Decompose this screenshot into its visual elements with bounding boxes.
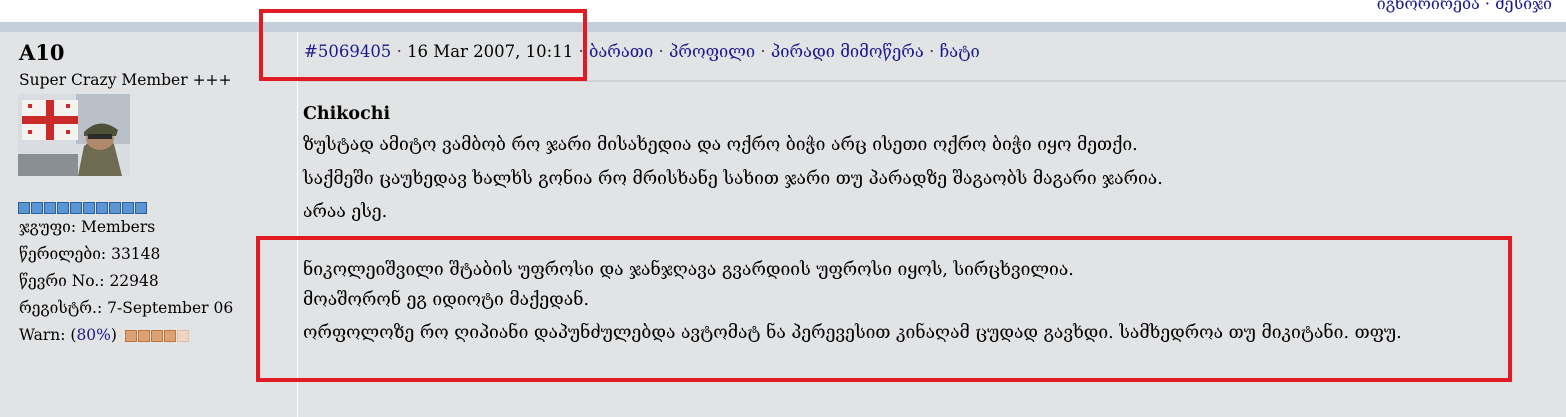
rank-pip	[83, 202, 95, 214]
top-strip: იგნორირება · მესიჯი	[0, 0, 1566, 22]
posts-row: წერილები: 33148	[19, 245, 160, 263]
separator: ·	[1484, 0, 1496, 13]
user-sidebar: A10 Super Crazy Member +++ ჯგუფი: Member…	[0, 32, 298, 417]
rank-pip	[70, 202, 82, 214]
warn-row: Warn: (80%)	[19, 326, 189, 344]
post-line: ზუსტად ამიტო ვამბობ რო ჯარი მისახედია და…	[303, 135, 1138, 155]
posts-label: წერილები:	[19, 245, 107, 263]
chat-link[interactable]: ჩატი	[940, 42, 980, 61]
rank-pip	[109, 202, 121, 214]
card-link[interactable]: ბარათი	[589, 42, 653, 61]
member-no-value: 22948	[109, 272, 159, 290]
warn-pip	[176, 330, 189, 342]
post-line: საქმეში ცაუხედავ ხალხს გონია რო მრისხანე…	[303, 169, 1163, 189]
header-bar	[0, 22, 1566, 32]
top-links: იგნორირება · მესიჯი	[1377, 0, 1552, 13]
group-value: Members	[81, 218, 156, 236]
avatar[interactable]	[18, 94, 130, 176]
posts-value: 33148	[111, 245, 161, 263]
private-message-link[interactable]: პირადი მიმოწერა	[771, 42, 924, 61]
warn-pip	[124, 330, 137, 342]
warn-label: Warn:	[19, 326, 66, 344]
rank-pip	[18, 202, 30, 214]
warn-value[interactable]: 80%	[76, 326, 110, 344]
warn-level-bar	[124, 330, 189, 342]
warn-pip	[137, 330, 150, 342]
registered-row: რეგისტრ.: 7-September 06	[19, 299, 233, 317]
registered-value: 7-September 06	[107, 299, 234, 317]
rank-pip	[44, 202, 56, 214]
profile-link[interactable]: პროფილი	[669, 42, 755, 61]
rank-bar	[18, 202, 147, 216]
avatar-image	[18, 94, 130, 176]
username[interactable]: A10	[19, 40, 65, 65]
group-row: ჯგუფი: Members	[19, 218, 155, 236]
rank-pip	[57, 202, 69, 214]
member-no-label: წევრი No.:	[19, 272, 105, 290]
rank-pip	[96, 202, 108, 214]
user-title: Super Crazy Member +++	[19, 71, 232, 89]
registered-label: რეგისტრ.:	[19, 299, 103, 317]
post-line: არაა ესე.	[303, 202, 388, 222]
rank-pip	[122, 202, 134, 214]
group-label: ჯგუფი:	[19, 218, 77, 236]
message-link[interactable]: მესიჯი	[1495, 0, 1552, 13]
rank-pip	[135, 202, 147, 214]
rank-pip	[31, 202, 43, 214]
member-no-row: წევრი No.: 22948	[19, 272, 159, 290]
quote-author: Chikochi	[303, 104, 391, 124]
annotation-box-header	[259, 9, 587, 81]
annotation-box-text	[256, 236, 1512, 382]
warn-pip	[163, 330, 176, 342]
warn-pip	[150, 330, 163, 342]
ignore-link[interactable]: იგნორირება	[1377, 0, 1480, 13]
